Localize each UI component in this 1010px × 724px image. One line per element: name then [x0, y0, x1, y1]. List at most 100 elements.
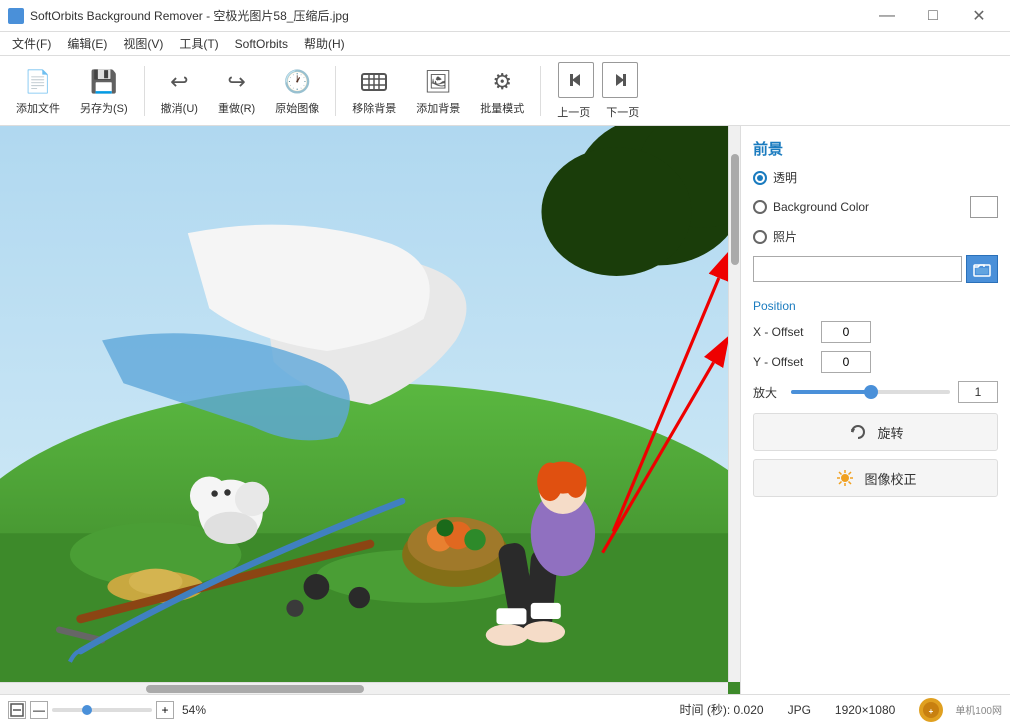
position-title: Position [753, 299, 998, 313]
y-offset-row: Y - Offset [753, 351, 998, 373]
color-swatch[interactable] [970, 196, 998, 218]
nav-arrows [558, 62, 638, 98]
batch-label: 批量模式 [480, 100, 524, 116]
rotate-label: 旋转 [877, 423, 903, 442]
zoom-status-slider[interactable] [52, 708, 152, 712]
zoom-percent-label: 54% [182, 703, 206, 717]
menu-tools[interactable]: 工具(T) [171, 32, 226, 56]
add-file-tool[interactable]: 📄 添加文件 [8, 62, 68, 120]
status-time: 时间 (秒): 0.020 [680, 701, 764, 718]
zoom-slider-thumb[interactable] [864, 385, 878, 399]
transparent-label: 透明 [773, 169, 797, 186]
position-section: Position X - Offset Y - Offset [753, 299, 998, 381]
redo-label: 重做(R) [218, 100, 255, 116]
remove-bg-tool[interactable]: 移除背景 [344, 62, 404, 120]
add-bg-tool[interactable]: 🖼 添加背景 [408, 62, 468, 120]
right-panel: 前景 透明 Background Color 照片 [740, 126, 1010, 694]
background-color-option[interactable]: Background Color [753, 196, 998, 218]
horizontal-scroll-thumb[interactable] [146, 685, 364, 693]
status-size: 1920×1080 [835, 703, 895, 717]
zoom-slider-container[interactable] [791, 382, 950, 402]
original-label: 原始图像 [275, 100, 319, 116]
original-icon: 🕐 [281, 66, 313, 98]
toolbar: 📄 添加文件 💾 另存为(S) ↩ 撤消(U) ↪ 重做(R) 🕐 原始图像 移… [0, 56, 1010, 126]
menu-file[interactable]: 文件(F) [4, 32, 59, 56]
menu-softorbits[interactable]: SoftOrbits [227, 32, 296, 56]
prev-button[interactable] [558, 62, 594, 98]
photo-path-input[interactable] [753, 256, 962, 282]
canvas-image [0, 126, 740, 694]
rotate-icon [847, 421, 869, 443]
zoom-value-input[interactable] [958, 381, 998, 403]
zoom-label: 放大 [753, 384, 783, 401]
rotate-button[interactable]: 旋转 [753, 413, 998, 451]
app-icon [8, 8, 24, 24]
save-icon: 💾 [88, 66, 120, 98]
panel-title: 前景 [753, 138, 998, 159]
window-controls: — □ ✕ [864, 0, 1002, 32]
remove-bg-label: 移除背景 [352, 100, 396, 116]
status-logo: + 单机100网 [911, 696, 1002, 724]
zoom-status-thumb[interactable] [82, 705, 92, 715]
x-offset-row: X - Offset [753, 321, 998, 343]
canvas-area [0, 126, 740, 694]
photo-radio[interactable] [753, 230, 767, 244]
y-offset-input[interactable] [821, 351, 871, 373]
menu-help[interactable]: 帮助(H) [296, 32, 353, 56]
close-button[interactable]: ✕ [956, 0, 1002, 32]
transparent-radio[interactable] [753, 171, 767, 185]
redo-tool[interactable]: ↪ 重做(R) [210, 62, 263, 120]
bg-color-label: Background Color [773, 200, 869, 214]
photo-label: 照片 [773, 228, 797, 245]
vertical-scroll-thumb[interactable] [731, 154, 739, 265]
correct-icon [834, 467, 856, 489]
menu-edit[interactable]: 编辑(E) [59, 32, 115, 56]
zoom-slider-fill [791, 390, 871, 394]
menu-bar: 文件(F) 编辑(E) 视图(V) 工具(T) SoftOrbits 帮助(H) [0, 32, 1010, 56]
svg-text:+: + [929, 707, 934, 716]
correct-button[interactable]: 图像校正 [753, 459, 998, 497]
separator-1 [144, 66, 145, 116]
nav-group: 上一页 下一页 [557, 62, 639, 120]
batch-tool[interactable]: ⚙ 批量模式 [472, 62, 532, 120]
zoom-row: 放大 [753, 381, 998, 403]
photo-browse-button[interactable] [966, 255, 998, 283]
bg-color-radio[interactable] [753, 200, 767, 214]
add-file-label: 添加文件 [16, 100, 60, 116]
photo-input-row [753, 255, 998, 283]
redo-icon: ↪ [221, 66, 253, 98]
next-button[interactable] [602, 62, 638, 98]
save-as-label: 另存为(S) [80, 100, 128, 116]
undo-tool[interactable]: ↩ 撤消(U) [153, 62, 206, 120]
undo-icon: ↩ [163, 66, 195, 98]
status-format: JPG [788, 703, 811, 717]
save-as-tool[interactable]: 💾 另存为(S) [72, 62, 136, 120]
correct-label: 图像校正 [864, 469, 916, 488]
zoom-controls: — + [8, 701, 174, 719]
y-offset-label: Y - Offset [753, 355, 813, 369]
undo-label: 撤消(U) [161, 100, 198, 116]
add-bg-icon: 🖼 [422, 66, 454, 98]
separator-2 [335, 66, 336, 116]
title-bar: SoftOrbits Background Remover - 空极光图片58_… [0, 0, 1010, 32]
status-bar: — + 54% 时间 (秒): 0.020 JPG 1920×1080 + 单机… [0, 694, 1010, 724]
zoom-minus-button[interactable]: — [30, 701, 48, 719]
maximize-button[interactable]: □ [910, 0, 956, 32]
vertical-scrollbar[interactable] [728, 126, 740, 682]
zoom-fit-button[interactable] [8, 701, 26, 719]
photo-option[interactable]: 照片 [753, 228, 998, 245]
zoom-slider-track[interactable] [791, 390, 950, 394]
batch-icon: ⚙ [486, 66, 518, 98]
x-offset-input[interactable] [821, 321, 871, 343]
logo-text: 单机100网 [955, 702, 1002, 717]
main-area: 前景 透明 Background Color 照片 [0, 126, 1010, 694]
original-tool[interactable]: 🕐 原始图像 [267, 62, 327, 120]
zoom-plus-button[interactable]: + [156, 701, 174, 719]
transparent-option[interactable]: 透明 [753, 169, 998, 186]
minimize-button[interactable]: — [864, 0, 910, 32]
horizontal-scrollbar[interactable] [0, 682, 728, 694]
x-offset-label: X - Offset [753, 325, 813, 339]
separator-3 [540, 66, 541, 116]
menu-view[interactable]: 视图(V) [115, 32, 171, 56]
prev-label: 上一页 [557, 104, 590, 120]
